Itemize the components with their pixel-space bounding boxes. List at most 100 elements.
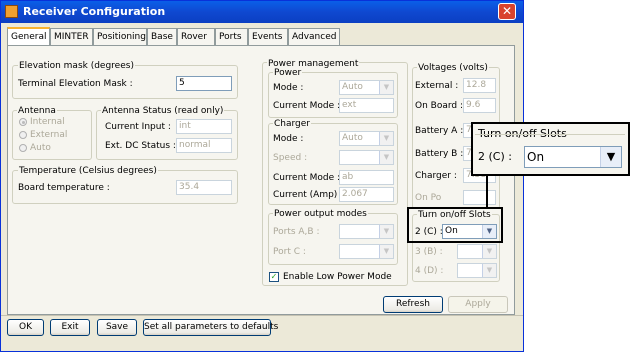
charger-mode-value: Auto bbox=[342, 133, 363, 143]
temperature-group: Temperature (Celsius degrees) Board temp… bbox=[12, 166, 238, 204]
divider bbox=[1, 315, 523, 316]
tab-rover[interactable]: Rover bbox=[177, 28, 215, 45]
elevation-group-title: Elevation mask (degrees) bbox=[18, 61, 135, 71]
onboard-voltage-label: On Board : bbox=[415, 101, 463, 111]
elevation-mask-input[interactable]: 5 bbox=[176, 76, 232, 91]
antenna-group: Antenna Internal External Auto bbox=[12, 106, 92, 160]
antenna-auto-radio[interactable] bbox=[19, 144, 27, 152]
chevron-down-icon: ▼ bbox=[379, 225, 393, 238]
charger-mode-label: Mode : bbox=[273, 134, 304, 144]
apply-button[interactable]: Apply bbox=[448, 296, 508, 313]
antenna-external-label: External bbox=[30, 130, 68, 140]
receiver-config-window: Receiver Configuration ✕ General MINTER … bbox=[0, 0, 524, 352]
charger-group: Charger Mode : Auto ▼ Speed : ▼ Current … bbox=[268, 119, 398, 205]
exit-button[interactable]: Exit bbox=[50, 319, 90, 336]
antenna-status-group: Antenna Status (read only) Current Input… bbox=[96, 106, 238, 160]
temperature-group-title: Temperature (Celsius degrees) bbox=[18, 166, 158, 176]
power-mode-select[interactable]: Auto ▼ bbox=[339, 80, 394, 95]
slot-4-label: 4 (D) : bbox=[415, 266, 444, 276]
low-power-checkbox[interactable]: ✓ bbox=[269, 272, 279, 282]
window-title: Receiver Configuration bbox=[23, 5, 166, 18]
ports-ab-select[interactable]: ▼ bbox=[339, 224, 394, 239]
power-current-mode-field: ext bbox=[339, 98, 394, 113]
antenna-group-title: Antenna bbox=[17, 106, 57, 116]
slot-4-select[interactable]: ▼ bbox=[457, 263, 497, 278]
tab-base[interactable]: Base bbox=[147, 28, 177, 45]
ports-ab-label: Ports A,B : bbox=[273, 227, 320, 237]
voltages-group-title: Voltages (volts) bbox=[417, 63, 489, 73]
battery-a-label: Battery A : bbox=[415, 126, 464, 136]
power-output-title: Power output modes bbox=[273, 209, 368, 219]
slot-3-select[interactable]: ▼ bbox=[457, 244, 497, 259]
refresh-button[interactable]: Refresh bbox=[383, 296, 443, 313]
power-mode-value: Auto bbox=[342, 82, 363, 92]
set-defaults-button[interactable]: Set all parameters to defaults bbox=[143, 319, 278, 336]
slot-3-label: 3 (B) : bbox=[415, 247, 443, 257]
port-c-select[interactable]: ▼ bbox=[339, 244, 394, 259]
board-temp-label: Board temperature : bbox=[18, 183, 110, 193]
chevron-down-icon: ▼ bbox=[482, 245, 496, 258]
current-input-label: Current Input : bbox=[105, 122, 171, 132]
chevron-down-icon: ▼ bbox=[379, 81, 393, 94]
close-button[interactable]: ✕ bbox=[498, 3, 516, 20]
chevron-down-icon: ▼ bbox=[379, 132, 393, 145]
slots-zoom-callout: Turn on/off Slots 2 (C) : On ▼ bbox=[471, 122, 630, 176]
current-input-field: int bbox=[176, 119, 232, 134]
chevron-down-icon: ▼ bbox=[600, 147, 621, 167]
tab-advanced[interactable]: Advanced bbox=[288, 28, 340, 45]
power-group: Power Mode : Auto ▼ Current Mode : ext bbox=[268, 68, 398, 118]
external-voltage-label: External : bbox=[415, 81, 459, 91]
chevron-down-icon: ▼ bbox=[379, 245, 393, 258]
bottom-button-bar: OK Exit Save Set all parameters to defau… bbox=[7, 319, 515, 339]
low-power-label: Enable Low Power Mode bbox=[283, 272, 392, 282]
charger-current-mode-label: Current Mode : bbox=[273, 173, 341, 183]
tab-events[interactable]: Events bbox=[248, 28, 288, 45]
chevron-down-icon: ▼ bbox=[482, 264, 496, 277]
tab-minter[interactable]: MINTER bbox=[50, 28, 93, 45]
power-mode-label: Mode : bbox=[273, 83, 304, 93]
charger-mode-select[interactable]: Auto ▼ bbox=[339, 131, 394, 146]
app-icon bbox=[5, 5, 18, 18]
charger-group-title: Charger bbox=[273, 119, 311, 129]
power-output-group: Power output modes Ports A,B : ▼ Port C … bbox=[268, 209, 398, 265]
callout-slot-select[interactable]: On ▼ bbox=[524, 146, 622, 168]
callout-slot-value: On bbox=[527, 150, 545, 164]
ext-dc-status-label: Ext. DC Status : bbox=[105, 141, 176, 151]
tab-ports[interactable]: Ports bbox=[215, 28, 248, 45]
on-power-label: On Po bbox=[415, 193, 442, 203]
tab-positioning[interactable]: Positioning bbox=[93, 28, 147, 45]
charger-speed-select[interactable]: ▼ bbox=[339, 150, 394, 165]
charger-current-amp-label: Current (Amp) : bbox=[273, 190, 344, 200]
charger-current-mode-field: ab bbox=[339, 170, 394, 185]
callout-group-line bbox=[475, 134, 625, 135]
board-temp-field: 35.4 bbox=[176, 180, 232, 195]
port-c-label: Port C : bbox=[273, 247, 306, 257]
charger-speed-label: Speed : bbox=[273, 153, 308, 163]
battery-b-label: Battery B : bbox=[415, 149, 464, 159]
charger-voltage-label: Charger : bbox=[415, 171, 457, 181]
antenna-external-radio[interactable] bbox=[19, 131, 27, 139]
tab-general[interactable]: General bbox=[7, 27, 50, 46]
callout-slot-label: 2 (C) : bbox=[478, 150, 512, 163]
save-button[interactable]: Save bbox=[97, 319, 137, 336]
power-group-title: Power bbox=[273, 68, 303, 78]
title-bar[interactable]: Receiver Configuration ✕ bbox=[1, 1, 523, 23]
antenna-status-title: Antenna Status (read only) bbox=[101, 106, 225, 116]
onboard-voltage-field: 9.6 bbox=[463, 98, 496, 113]
ext-dc-status-field: normal bbox=[176, 138, 232, 153]
antenna-internal-radio[interactable] bbox=[19, 118, 27, 126]
callout-connector bbox=[486, 175, 488, 207]
charger-current-amp-field: 2.067 bbox=[339, 187, 394, 202]
elevation-label: Terminal Elevation Mask : bbox=[18, 79, 133, 89]
power-management-group: Power management Power Mode : Auto ▼ Cur… bbox=[262, 59, 408, 286]
power-current-mode-label: Current Mode : bbox=[273, 101, 341, 111]
slots-highlight-box bbox=[407, 207, 503, 243]
ok-button[interactable]: OK bbox=[7, 319, 44, 336]
antenna-internal-label: Internal bbox=[30, 117, 65, 127]
elevation-group: Elevation mask (degrees) Terminal Elevat… bbox=[12, 61, 238, 99]
chevron-down-icon: ▼ bbox=[379, 151, 393, 164]
general-panel: Elevation mask (degrees) Terminal Elevat… bbox=[7, 45, 515, 315]
antenna-auto-label: Auto bbox=[30, 143, 51, 153]
external-voltage-field: 12.8 bbox=[463, 78, 496, 93]
on-power-field bbox=[463, 190, 496, 205]
